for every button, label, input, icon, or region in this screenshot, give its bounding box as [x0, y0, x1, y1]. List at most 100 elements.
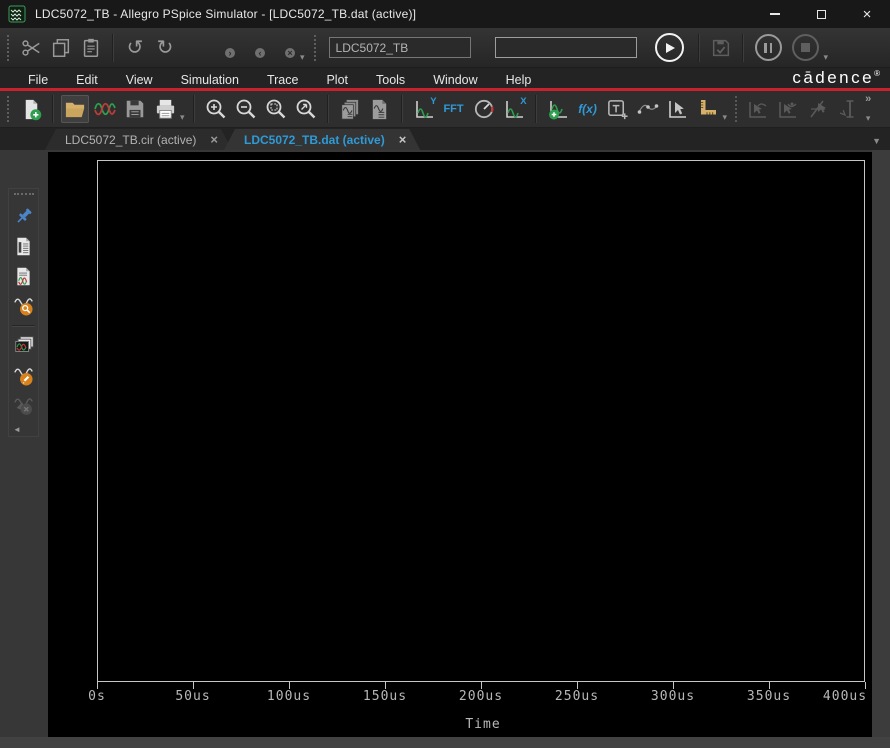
cursor-slope-button	[804, 95, 832, 123]
pause-simulation-button[interactable]	[755, 34, 782, 61]
tab-cir-file[interactable]: LDC5072_TB.cir (active) ×	[45, 129, 232, 150]
search-trace-button[interactable]	[10, 291, 37, 321]
save-button[interactable]	[121, 95, 149, 123]
waveforms-icon	[93, 97, 117, 121]
redo-button[interactable]: ↻	[150, 33, 180, 63]
tab-dat-file[interactable]: LDC5072_TB.dat (active) ×	[224, 129, 420, 150]
plot-x-axis-button[interactable]: X	[500, 95, 528, 123]
close-button[interactable]: ×	[844, 0, 890, 28]
x-tick-label: 50us	[153, 689, 233, 704]
zoom-in-button[interactable]	[202, 95, 230, 123]
maximize-button[interactable]	[798, 0, 844, 28]
menu-file[interactable]: File	[14, 70, 62, 90]
pause-icon-bar	[770, 43, 773, 53]
fft-button[interactable]: FFT	[440, 95, 468, 123]
plot-y-axis-button[interactable]: Y	[410, 95, 438, 123]
simulation-profile-input[interactable]	[329, 37, 471, 58]
mark-data-points-button[interactable]	[634, 95, 662, 123]
previous-bookmark-button[interactable]: ‹	[240, 33, 270, 63]
overflow-chevron-icon[interactable]: »	[865, 94, 871, 105]
open-file-button[interactable]	[61, 95, 89, 123]
trace-delete-icon	[13, 395, 35, 417]
toolbar-separator	[698, 34, 700, 62]
minimize-button[interactable]	[752, 0, 798, 28]
next-bookmark-button[interactable]: ›	[210, 33, 240, 63]
cut-button[interactable]	[16, 33, 46, 63]
view-output-file-button[interactable]	[10, 261, 37, 291]
copy-plot-icon	[338, 98, 361, 121]
toolbar-overflow[interactable]: » ▾	[865, 94, 871, 124]
menu-help[interactable]: Help	[492, 70, 546, 90]
add-function-button[interactable]: f(x)	[574, 95, 602, 123]
clear-bookmarks-button[interactable]: ×	[270, 33, 300, 63]
paste-button[interactable]	[76, 33, 106, 63]
simulation-waveform-button[interactable]	[91, 95, 119, 123]
add-trace-button[interactable]	[544, 95, 572, 123]
tab-cir-label: LDC5072_TB.cir (active)	[65, 133, 196, 147]
document-tab-bar: LDC5072_TB.cir (active) × LDC5072_TB.dat…	[0, 128, 890, 150]
tab-list-dropdown-icon[interactable]: ▼	[872, 136, 881, 146]
performance-analysis-button[interactable]	[470, 95, 498, 123]
view-pspice-file-button[interactable]	[10, 231, 37, 261]
run-simulation-button[interactable]	[655, 33, 684, 62]
toolbar-separator	[401, 95, 403, 123]
menu-trace[interactable]: Trace	[253, 70, 313, 90]
zoom-in-icon	[204, 97, 228, 121]
zoom-out-icon	[234, 97, 258, 121]
view-multiple-plots-button[interactable]	[10, 331, 37, 361]
menu-simulation[interactable]: Simulation	[167, 70, 253, 90]
bookmark-icon	[188, 40, 202, 56]
x-tick	[673, 682, 674, 689]
print-icon	[154, 98, 177, 121]
x-tick-label: 100us	[249, 689, 329, 704]
tab-dat-close-icon[interactable]: ×	[399, 132, 407, 147]
tab-cir-close-icon[interactable]: ×	[210, 132, 218, 147]
edit-trace-button[interactable]	[10, 361, 37, 391]
waveform-plot-area[interactable]: 0s 50us 100us 150us 200us 250us 300us 35…	[48, 152, 872, 737]
pause-icon	[764, 43, 767, 53]
zoom-fit-button[interactable]	[262, 95, 290, 123]
sidebar-drag-handle[interactable]	[14, 193, 34, 195]
x-tick	[193, 682, 194, 689]
new-file-button[interactable]	[17, 95, 45, 123]
undo-button[interactable]: ↺	[120, 33, 150, 63]
cadence-red-rule	[0, 88, 890, 91]
menu-edit[interactable]: Edit	[62, 70, 112, 90]
copy-button[interactable]	[46, 33, 76, 63]
toolbar-separator	[52, 95, 54, 123]
toolbar-separator	[327, 95, 329, 123]
toggle-cursor-button[interactable]	[664, 95, 692, 123]
toolbar-drag-handle[interactable]	[7, 96, 9, 122]
run-to-time-input[interactable]	[495, 37, 637, 58]
copy-plot-button[interactable]	[336, 95, 364, 123]
zoom-out-button[interactable]	[232, 95, 260, 123]
ruler-dropdown-caret[interactable]: ▾	[723, 112, 728, 123]
print-dropdown-caret[interactable]: ▾	[180, 112, 185, 123]
menu-tools[interactable]: Tools	[362, 70, 419, 90]
bookmark-dropdown-caret[interactable]: ▾	[300, 52, 305, 63]
print-button[interactable]	[151, 95, 179, 123]
overflow-caret[interactable]: ▾	[866, 113, 871, 124]
x-tick-label: 250us	[537, 689, 617, 704]
cadence-wordmark: cādence	[792, 68, 874, 88]
toolbar-drag-handle[interactable]	[314, 35, 316, 61]
zoom-area-button[interactable]	[292, 95, 320, 123]
play-icon	[666, 43, 675, 53]
x-tick-label: 150us	[345, 689, 425, 704]
sidebar-collapse-icon[interactable]: ◄	[9, 425, 21, 434]
add-text-label-button[interactable]	[604, 95, 632, 123]
cursor-point-icon	[836, 97, 860, 121]
copy-icon	[50, 37, 72, 59]
pin-toolbar-button[interactable]	[10, 201, 37, 231]
simulation-dropdown-caret[interactable]: ▾	[824, 52, 829, 63]
x-tick-label: 300us	[633, 689, 713, 704]
paste-plot-button[interactable]	[366, 95, 394, 123]
toolbar-separator-dotted	[735, 96, 737, 122]
toolbar-drag-handle[interactable]	[7, 35, 9, 61]
menu-window[interactable]: Window	[419, 70, 491, 90]
toggle-bookmark-button[interactable]	[180, 33, 210, 63]
sidebar-separator	[12, 325, 35, 327]
menu-view[interactable]: View	[112, 70, 167, 90]
measurement-ruler-button[interactable]	[694, 95, 722, 123]
menu-plot[interactable]: Plot	[312, 70, 362, 90]
